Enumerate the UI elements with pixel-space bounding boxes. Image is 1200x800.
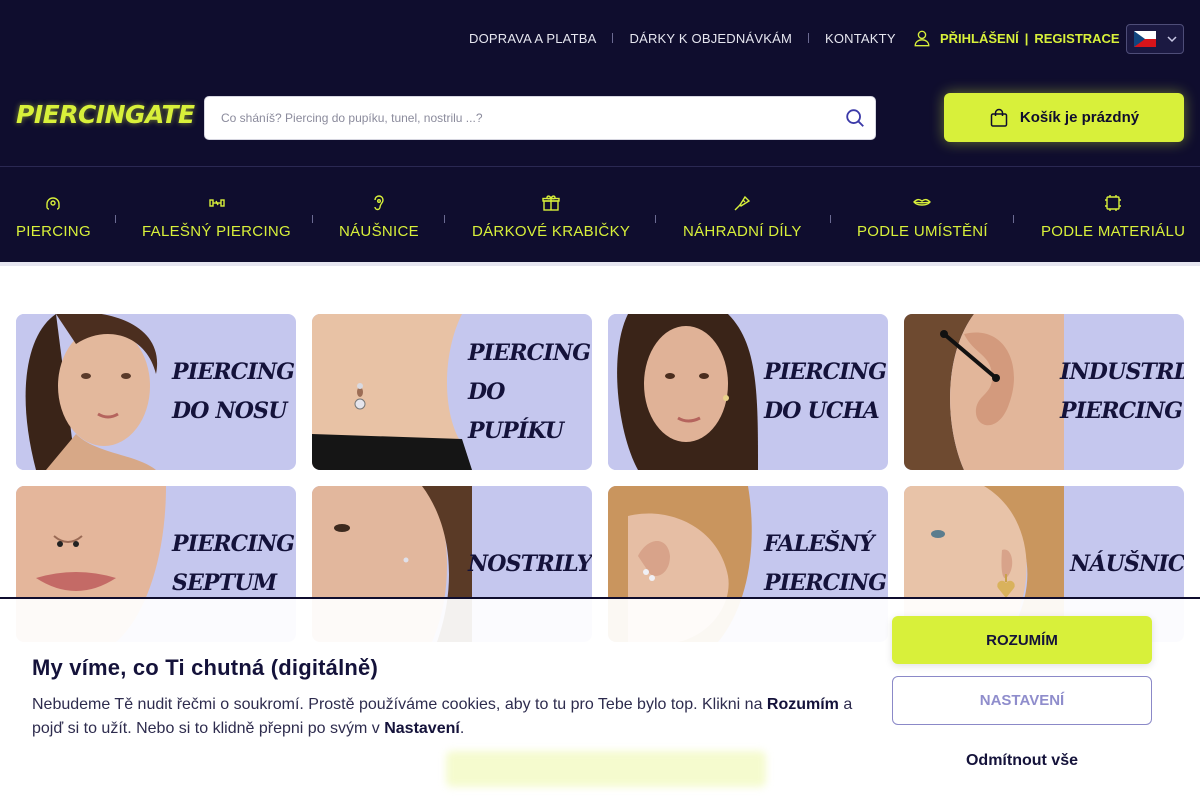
reject-label: Odmítnout vše [965, 752, 1078, 769]
nav-label: NÁUŠNICE [339, 223, 419, 240]
category-label: INDUSTRIAL PIERCING [1060, 359, 1184, 424]
category-photo [312, 314, 472, 470]
nav-label: FALEŠNÝ PIERCING [142, 223, 292, 240]
category-photo [608, 314, 768, 470]
shopping-bag-icon [990, 108, 1008, 127]
accept-label: ROZUMÍM [986, 631, 1058, 649]
category-label: PIERCING SEPTUM [172, 531, 295, 596]
nav-item-piercing[interactable]: PIERCING [16, 193, 91, 240]
divider [1013, 215, 1014, 223]
nav-item-by-location[interactable]: PODLE UMÍSTĚNÍ [857, 193, 988, 240]
category-tile-ear[interactable]: PIERCING DO UCHA [608, 314, 888, 470]
main-nav: PIERCING FALEŠNÝ PIERCING NÁUŠNICE DÁRKO… [0, 167, 1200, 262]
piercing-ring-icon [46, 197, 61, 210]
nav-label: DÁRKOVÉ KRABIČKY [472, 223, 631, 240]
category-label: FALEŠNÝ PIERCING [764, 531, 887, 596]
cookie-text-part: Nebudeme Tě nudit řečmi o soukromí. Pros… [32, 696, 767, 713]
material-icon [1105, 195, 1122, 211]
ear-icon [374, 195, 384, 211]
divider [655, 215, 656, 223]
divider [830, 215, 831, 223]
user-icon[interactable] [913, 29, 931, 47]
nav-label: PODLE UMÍSTĚNÍ [857, 223, 988, 240]
category-tile-navel[interactable]: PIERCING DO PUPÍKU [312, 314, 592, 470]
login-link[interactable]: PŘIHLÁŠENÍ [940, 31, 1019, 46]
cookie-settings-button[interactable]: NASTAVENÍ [892, 676, 1152, 725]
background-glow [446, 751, 766, 787]
divider [115, 215, 116, 223]
gift-icon [542, 195, 560, 211]
nav-item-gift-boxes[interactable]: DÁRKOVÉ KRABIČKY [472, 193, 630, 240]
account-separator: | [1024, 30, 1029, 46]
category-label: PIERCING DO PUPÍKU [468, 339, 591, 444]
top-link-contacts[interactable]: KONTAKTY [825, 31, 896, 46]
top-link-shipping[interactable]: DOPRAVA A PLATBA [469, 31, 596, 46]
category-label: PIERCING DO NOSU [172, 359, 295, 424]
nav-item-fake-piercing[interactable]: FALEŠNÝ PIERCING [142, 193, 291, 240]
nav-label: PODLE MATERIÁLU [1041, 223, 1186, 240]
nav-item-by-material[interactable]: PODLE MATERIÁLU [1041, 193, 1185, 240]
register-link[interactable]: REGISTRACE [1034, 31, 1119, 46]
spare-parts-icon [734, 195, 751, 211]
nav-label: NÁHRADNÍ DÍLY [683, 223, 802, 240]
search-bar [204, 96, 876, 140]
category-tile-industrial[interactable]: INDUSTRIAL PIERCING [904, 314, 1184, 470]
category-label: NÁUŠNICE [1070, 550, 1184, 577]
cookie-banner: My víme, co Ti chutná (digitálně) Nebude… [0, 597, 1200, 800]
fake-piercing-icon [208, 199, 225, 207]
nav-underline [0, 262, 1200, 266]
account-links: PŘIHLÁŠENÍ | REGISTRACE [913, 28, 1120, 48]
cookie-text: Nebudeme Tě nudit řečmi o soukromí. Pros… [32, 693, 872, 741]
cart-button[interactable]: Košík je prázdný [944, 93, 1184, 142]
divider [612, 33, 614, 43]
settings-label: NASTAVENÍ [979, 692, 1065, 709]
divider [312, 215, 313, 223]
divider [807, 33, 809, 43]
search-input[interactable] [221, 111, 844, 125]
language-selector[interactable] [1126, 24, 1184, 54]
nav-item-earrings[interactable]: NÁUŠNICE [339, 193, 419, 240]
czech-flag-icon [1134, 31, 1156, 47]
category-label: NOSTRILY [468, 550, 592, 577]
reject-all-button[interactable]: Odmítnout vše [892, 747, 1152, 775]
top-links: DOPRAVA A PLATBA DÁRKY K OBJEDNÁVKÁM KON… [469, 28, 896, 48]
top-link-gifts[interactable]: DÁRKY K OBJEDNÁVKÁM [629, 31, 792, 46]
site-header: DOPRAVA A PLATBA DÁRKY K OBJEDNÁVKÁM KON… [0, 0, 1200, 262]
category-photo [16, 314, 176, 470]
cookie-text-settings-ref: Nastavení [384, 720, 460, 737]
cart-label: Košík je prázdný [1019, 109, 1140, 126]
search-icon[interactable] [844, 107, 866, 129]
category-photo [904, 314, 1064, 470]
category-tile-nose[interactable]: PIERCING DO NOSU [16, 314, 296, 470]
nav-label: PIERCING [16, 223, 91, 240]
cookie-text-accept-ref: Rozumím [766, 696, 839, 713]
accept-cookies-button[interactable]: ROZUMÍM [892, 616, 1152, 664]
category-label: PIERCING DO UCHA [764, 359, 887, 424]
divider [444, 215, 445, 223]
chevron-down-icon [1167, 36, 1177, 43]
nav-item-spare-parts[interactable]: NÁHRADNÍ DÍLY [683, 193, 802, 240]
lips-icon [913, 198, 932, 206]
site-logo[interactable]: PIERCINGATE [16, 100, 195, 129]
cookie-text-part: . [459, 720, 465, 737]
cookie-title: My víme, co Ti chutná (digitálně) [32, 655, 379, 680]
